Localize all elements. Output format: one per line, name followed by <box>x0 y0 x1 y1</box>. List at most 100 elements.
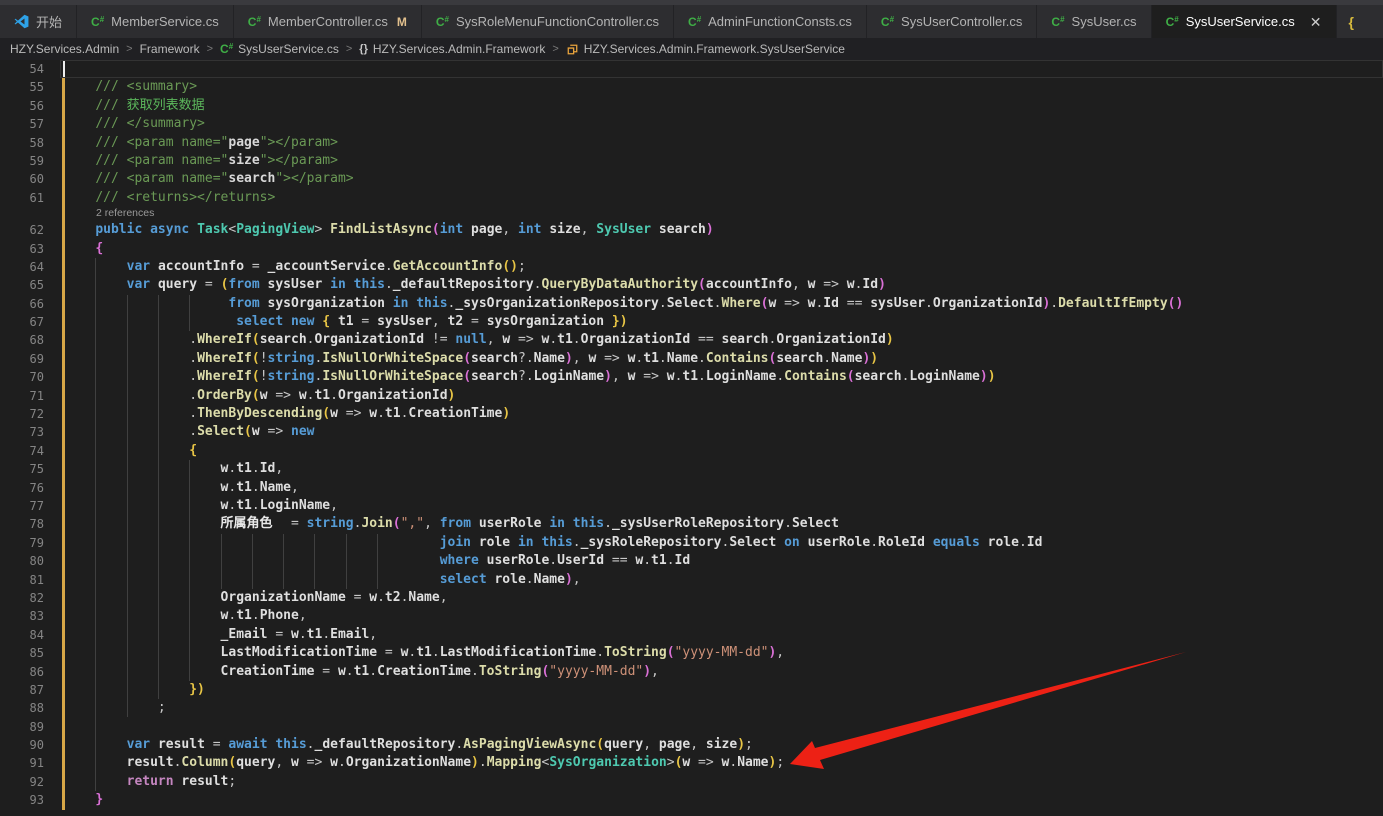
line-number: 68 <box>0 331 44 349</box>
tab-开始[interactable]: 开始 <box>0 5 77 38</box>
tab-sysuserservice-cs[interactable]: C#SysUserService.cs✕ <box>1152 5 1337 38</box>
tab-memberservice-cs[interactable]: C#MemberService.cs <box>77 5 234 38</box>
code-line[interactable]: 77 w.t1.LoginName, <box>0 497 1383 515</box>
modified-change-bar <box>62 460 65 478</box>
code-text: /// </summary> <box>64 115 205 133</box>
code-line[interactable]: 61 /// <returns></returns> <box>0 189 1383 207</box>
modified-change-bar <box>62 295 65 313</box>
line-number: 67 <box>0 313 44 331</box>
code-line[interactable]: 76 w.t1.Name, <box>0 479 1383 497</box>
breadcrumb-item-sysuserservice-cs[interactable]: C#SysUserService.cs <box>220 42 339 56</box>
tab-sysuser-cs[interactable]: C#SysUser.cs <box>1037 5 1151 38</box>
modified-change-bar <box>62 331 65 349</box>
modified-change-bar <box>62 442 65 460</box>
code-text: w.t1.Phone, <box>64 607 307 625</box>
code-line[interactable]: 69 .WhereIf(!string.IsNullOrWhiteSpace(s… <box>0 350 1383 368</box>
modified-change-bar <box>62 571 65 589</box>
code-line[interactable]: 74 { <box>0 442 1383 460</box>
close-icon[interactable]: ✕ <box>1310 15 1322 29</box>
gutter <box>44 387 64 405</box>
tab-label: SysUser.cs <box>1072 14 1137 29</box>
current-line-highlight <box>60 60 1383 78</box>
tab-partial[interactable]: { <box>1337 5 1365 38</box>
code-line[interactable]: 91 result.Column(query, w => w.Organizat… <box>0 754 1383 772</box>
breadcrumb-label: HZY.Services.Admin.Framework <box>373 42 546 56</box>
code-line[interactable]: 78 所属角色 = string.Join(",", from userRole… <box>0 515 1383 533</box>
code-text: where userRole.UserId == w.t1.Id <box>64 552 690 570</box>
code-line[interactable]: 63 { <box>0 240 1383 258</box>
gutter <box>44 115 64 133</box>
code-line[interactable]: 64 var accountInfo = _accountService.Get… <box>0 258 1383 276</box>
code-line[interactable]: 85 LastModificationTime = w.t1.LastModif… <box>0 644 1383 662</box>
breadcrumb-item-hzy-services-admin-framework[interactable]: {}HZY.Services.Admin.Framework <box>359 42 545 56</box>
csharp-file-icon: C# <box>436 15 449 29</box>
code-line[interactable]: 93 } <box>0 791 1383 809</box>
tab-adminfunctionconsts-cs[interactable]: C#AdminFunctionConsts.cs <box>674 5 867 38</box>
codelens-references[interactable]: 2 references <box>64 207 154 221</box>
code-line[interactable]: 89 <box>0 718 1383 736</box>
gutter <box>44 207 64 221</box>
modified-change-bar <box>62 589 65 607</box>
breadcrumb-item-framework[interactable]: Framework <box>140 42 200 56</box>
code-line[interactable]: 84 _Email = w.t1.Email, <box>0 626 1383 644</box>
code-text: return result; <box>64 773 236 791</box>
line-number: 88 <box>0 699 44 717</box>
breadcrumb-item-hzy-services-admin-framework-sysuserservice[interactable]: HZY.Services.Admin.Framework.SysUserServ… <box>566 42 845 56</box>
code-line[interactable]: 75 w.t1.Id, <box>0 460 1383 478</box>
gutter <box>44 331 64 349</box>
line-number: 79 <box>0 534 44 552</box>
code-line[interactable]: 92 return result; <box>0 773 1383 791</box>
modified-change-bar <box>62 644 65 662</box>
modified-change-bar <box>62 552 65 570</box>
code-line[interactable]: 86 CreationTime = w.t1.CreationTime.ToSt… <box>0 663 1383 681</box>
code-line[interactable]: 65 var query = (from sysUser in this._de… <box>0 276 1383 294</box>
gutter <box>44 460 64 478</box>
gutter <box>44 754 64 772</box>
code-line[interactable]: 55 /// <summary> <box>0 78 1383 96</box>
line-number: 57 <box>0 115 44 133</box>
modified-change-bar <box>62 276 65 294</box>
gutter <box>44 368 64 386</box>
code-line[interactable]: 54 <box>0 60 1383 78</box>
code-text: from sysOrganization in this._sysOrganiz… <box>64 295 1183 313</box>
code-line[interactable]: 58 /// <param name="page"></param> <box>0 134 1383 152</box>
breadcrumb-item-hzy-services-admin[interactable]: HZY.Services.Admin <box>10 42 119 56</box>
tab-membercontroller-cs[interactable]: C#MemberController.csM <box>234 5 422 38</box>
tab-sysusercontroller-cs[interactable]: C#SysUserController.cs <box>867 5 1038 38</box>
code-editor[interactable]: 5455 /// <summary>56 /// 获取列表数据57 /// </… <box>0 60 1383 816</box>
code-line[interactable]: 88 ; <box>0 699 1383 717</box>
code-line[interactable]: 82 OrganizationName = w.t2.Name, <box>0 589 1383 607</box>
line-number: 76 <box>0 479 44 497</box>
gutter <box>44 405 64 423</box>
code-line[interactable]: 68 .WhereIf(search.OrganizationId != nul… <box>0 331 1383 349</box>
code-line[interactable]: 70 .WhereIf(!string.IsNullOrWhiteSpace(s… <box>0 368 1383 386</box>
code-line[interactable]: 71 .OrderBy(w => w.t1.OrganizationId) <box>0 387 1383 405</box>
breadcrumb-separator: > <box>207 43 213 55</box>
code-line[interactable]: 56 /// 获取列表数据 <box>0 97 1383 115</box>
line-number: 84 <box>0 626 44 644</box>
code-line[interactable]: 59 /// <param name="size"></param> <box>0 152 1383 170</box>
code-line[interactable]: 62 public async Task<PagingView> FindLis… <box>0 221 1383 239</box>
code-line[interactable]: 73 .Select(w => new <box>0 423 1383 441</box>
breadcrumb-separator: > <box>552 43 558 55</box>
code-line[interactable]: 57 /// </summary> <box>0 115 1383 133</box>
code-line[interactable]: 72 .ThenByDescending(w => w.t1.CreationT… <box>0 405 1383 423</box>
code-line[interactable]: 87 }) <box>0 681 1383 699</box>
code-line[interactable]: 83 w.t1.Phone, <box>0 607 1383 625</box>
code-text: w.t1.Id, <box>64 460 283 478</box>
code-line[interactable]: 81 select role.Name), <box>0 571 1383 589</box>
modified-change-bar <box>62 736 65 754</box>
gutter <box>44 497 64 515</box>
modified-change-bar <box>62 221 65 239</box>
code-line[interactable]: 90 var result = await this._defaultRepos… <box>0 736 1383 754</box>
line-number: 56 <box>0 97 44 115</box>
code-line[interactable]: 67 select new { t1 = sysUser, t2 = sysOr… <box>0 313 1383 331</box>
code-line[interactable]: 80 where userRole.UserId == w.t1.Id <box>0 552 1383 570</box>
code-line[interactable]: 79 join role in this._sysRoleRepository.… <box>0 534 1383 552</box>
code-line[interactable]: 60 /// <param name="search"></param> <box>0 170 1383 188</box>
gutter <box>44 78 64 96</box>
gutter <box>44 571 64 589</box>
code-line[interactable]: 66 from sysOrganization in this._sysOrga… <box>0 295 1383 313</box>
tab-sysrolemenufunctioncontroller-cs[interactable]: C#SysRoleMenuFunctionController.cs <box>422 5 674 38</box>
text-cursor <box>63 61 65 77</box>
